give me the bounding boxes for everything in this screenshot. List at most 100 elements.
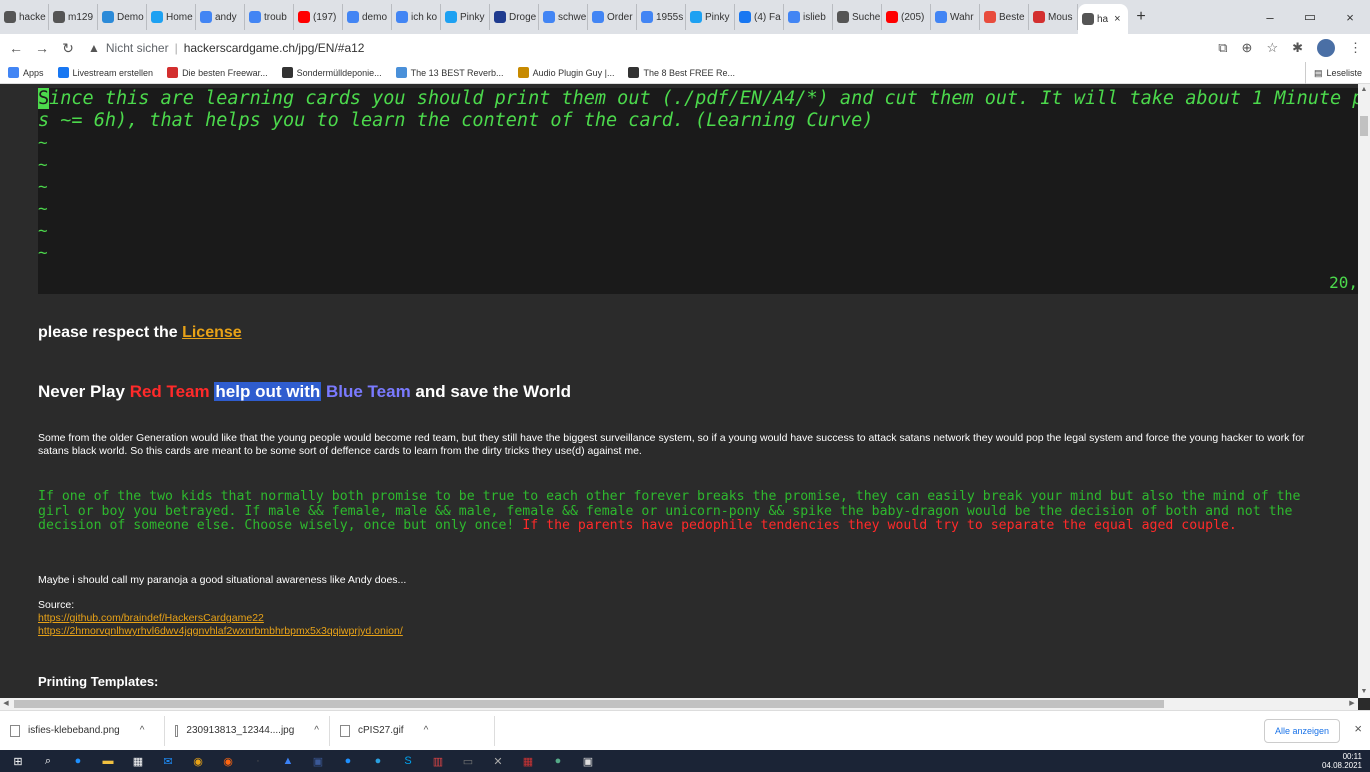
horizontal-scrollbar[interactable]: ◀ ▶ [0, 698, 1358, 710]
browser-tab[interactable]: ich ko [392, 4, 441, 30]
download-filename: 230913813_12344....jpg [186, 725, 295, 736]
browser-tab[interactable]: Demo [98, 4, 147, 30]
reload-button[interactable]: ↻ [58, 40, 78, 57]
scroll-down-arrow[interactable]: ▼ [1358, 686, 1370, 698]
chevron-up-icon[interactable]: ^ [424, 725, 429, 736]
browser-tab[interactable]: Order [588, 4, 637, 30]
browser-tab[interactable]: Beste [980, 4, 1029, 30]
chevron-up-icon[interactable]: ^ [140, 725, 145, 736]
active-browser-tab[interactable]: ha × [1078, 4, 1128, 34]
browser-tab[interactable]: Home [147, 4, 196, 30]
vim-line-1-text: ince this are learning cards you should … [49, 88, 1358, 109]
scroll-up-arrow[interactable]: ▲ [1358, 84, 1370, 96]
file-icon [10, 724, 20, 737]
browser-tab[interactable]: schwe [539, 4, 588, 30]
app-icon[interactable]: · [246, 753, 270, 769]
chrome-icon[interactable]: ◉ [186, 753, 210, 769]
bookmark-icon [8, 67, 19, 78]
bookmark-item[interactable]: Sondermülldeponie... [281, 67, 382, 78]
bookmark-icon [517, 67, 529, 78]
maximize-button[interactable]: ▭ [1290, 9, 1330, 25]
app-icon[interactable]: ● [336, 753, 360, 769]
bookmark-item[interactable]: Audio Plugin Guy |... [517, 67, 614, 78]
edge-icon[interactable]: ● [66, 753, 90, 769]
file-icon [340, 724, 350, 737]
app-icon[interactable]: ▣ [576, 753, 600, 769]
search-icon[interactable]: ⌕ [36, 753, 60, 769]
app-icon[interactable]: ▥ [426, 753, 450, 769]
source-link-github[interactable]: https://github.com/braindef/HackersCardg… [38, 612, 403, 625]
bookmark-item[interactable]: Apps [8, 67, 44, 78]
browser-tab[interactable]: Pinky [686, 4, 735, 30]
windows-start-icon[interactable]: ⊞ [6, 753, 30, 769]
tab-favicon-icon [445, 11, 457, 23]
file-explorer-icon[interactable]: ▬ [96, 753, 120, 769]
vertical-scroll-thumb[interactable] [1360, 116, 1368, 136]
printing-templates-heading: Printing Templates: [38, 674, 159, 689]
browser-tab[interactable]: Wahr [931, 4, 980, 30]
bookmark-item[interactable]: The 13 BEST Reverb... [395, 67, 504, 78]
mail-icon[interactable]: ✉ [156, 753, 180, 769]
bookmark-item[interactable]: The 8 Best FREE Re... [628, 67, 735, 78]
browser-tab[interactable]: troub [245, 4, 294, 30]
live-icon[interactable]: ▣ [306, 753, 330, 769]
download-item[interactable]: cPIS27.gif ^ [330, 715, 495, 746]
bookmark-item[interactable]: Livestream erstellen [57, 67, 153, 78]
forward-button[interactable]: → [32, 40, 52, 56]
app-icon[interactable]: ✕ [486, 753, 510, 769]
scroll-left-arrow[interactable]: ◀ [0, 698, 12, 710]
browser-tab[interactable]: 1955s [637, 4, 686, 30]
browser-tab[interactable]: (197) [294, 4, 343, 30]
tab-favicon-icon [690, 11, 702, 23]
extensions-icon[interactable]: ✱ [1292, 40, 1303, 56]
heading-part2: and save the World [410, 382, 571, 401]
app-icon[interactable]: ▲ [276, 753, 300, 769]
menu-icon[interactable]: ⋮ [1349, 40, 1362, 56]
bookmark-item[interactable]: Die besten Freewar... [167, 67, 268, 78]
browser-tab[interactable]: Droge [490, 4, 539, 30]
system-clock[interactable]: 00:11 04.08.2021 [1322, 752, 1362, 770]
browser-tab[interactable]: m129 [49, 4, 98, 30]
license-link[interactable]: License [182, 324, 242, 341]
browser-tab[interactable]: islieb [784, 4, 833, 30]
profile-avatar[interactable] [1317, 39, 1335, 57]
browser-tab[interactable]: Mous [1029, 4, 1078, 30]
horizontal-scroll-thumb[interactable] [14, 700, 1164, 708]
app-icon[interactable]: ● [546, 753, 570, 769]
close-tab-icon[interactable]: × [1114, 13, 1120, 25]
app-icon[interactable]: ▦ [516, 753, 540, 769]
address-bar[interactable]: ▲ Nicht sicher | hackerscardgame.ch/jpg/… [88, 37, 1288, 59]
star-icon[interactable]: ☆ [1266, 40, 1278, 56]
browser-tab[interactable]: andy [196, 4, 245, 30]
translate-icon[interactable]: ⧉ [1218, 40, 1227, 56]
zoom-icon[interactable]: ⊕ [1242, 40, 1253, 56]
browser-tab[interactable]: (4) Fa [735, 4, 784, 30]
tab-favicon-icon [102, 11, 114, 23]
chevron-up-icon[interactable]: ^ [314, 725, 319, 736]
download-item[interactable]: isfies-klebeband.png ^ [0, 715, 165, 746]
browser-tab[interactable]: Suche [833, 4, 882, 30]
source-link-onion[interactable]: https://2hmorvqnlhwyrhvl6dwv4jqgnvhlaf2w… [38, 625, 403, 638]
skype-icon[interactable]: S [396, 753, 420, 769]
vertical-scrollbar[interactable]: ▲ ▼ [1358, 84, 1370, 698]
show-all-downloads-button[interactable]: Alle anzeigen [1263, 719, 1340, 743]
new-tab-button[interactable]: + [1128, 8, 1154, 26]
minimize-button[interactable]: – [1250, 10, 1290, 25]
browser-tab[interactable]: Pinky [441, 4, 490, 30]
download-filename: isfies-klebeband.png [28, 725, 120, 736]
reading-list[interactable]: ▤ Leseliste [1304, 62, 1362, 84]
browser-tab[interactable]: demo [343, 4, 392, 30]
browser-tab[interactable]: hacke [0, 4, 49, 30]
close-downloads-bar-button[interactable]: × [1354, 721, 1362, 736]
download-item[interactable]: 230913813_12344....jpg ^ [165, 715, 330, 746]
browser-tab[interactable]: (205) [882, 4, 931, 30]
store-icon[interactable]: ▦ [126, 753, 150, 769]
app-icon[interactable]: ▭ [456, 753, 480, 769]
back-button[interactable]: ← [6, 40, 26, 56]
firefox-icon[interactable]: ◉ [216, 753, 240, 769]
app-icon[interactable]: ● [366, 753, 390, 769]
scroll-right-arrow[interactable]: ▶ [1346, 698, 1358, 710]
bookmark-icon [395, 67, 407, 78]
tab-favicon-icon [396, 11, 408, 23]
close-window-button[interactable]: × [1330, 10, 1370, 25]
